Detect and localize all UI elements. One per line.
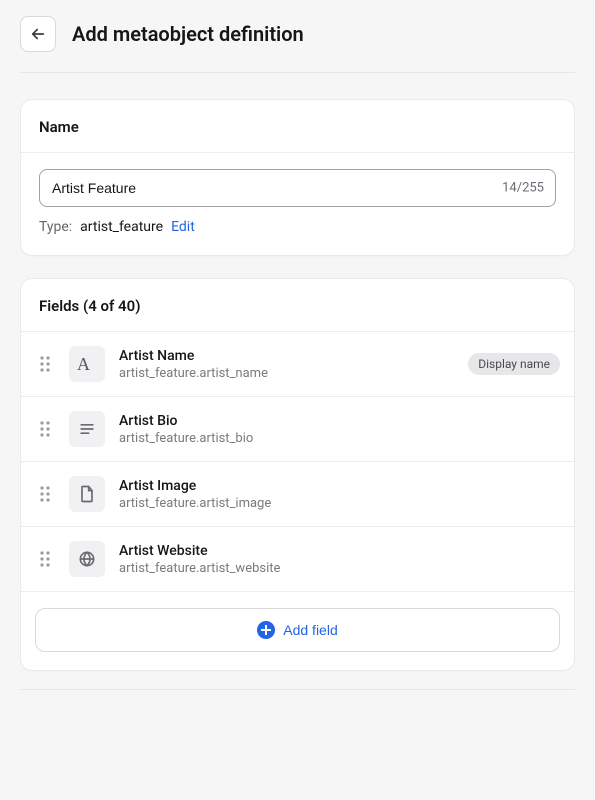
field-key-label: artist_feature.artist_website <box>119 561 560 576</box>
field-text: Artist Bio artist_feature.artist_bio <box>119 413 560 446</box>
file-icon <box>69 476 105 512</box>
field-row[interactable]: A Artist Name artist_feature.artist_name… <box>21 332 574 397</box>
field-key-label: artist_feature.artist_name <box>119 366 454 381</box>
field-row[interactable]: Artist Image artist_feature.artist_image <box>21 462 574 527</box>
add-field-label: Add field <box>283 622 337 638</box>
display-name-badge: Display name <box>468 353 560 375</box>
field-name-label: Artist Image <box>119 478 560 494</box>
type-edit-link[interactable]: Edit <box>171 219 195 235</box>
name-char-count: 14/255 <box>502 181 544 196</box>
fields-card: Fields (4 of 40) A Artist Name artist_fe… <box>20 278 575 671</box>
page-title: Add metaobject definition <box>72 22 304 46</box>
drag-handle-icon[interactable] <box>35 485 55 503</box>
type-row: Type: artist_feature Edit <box>39 219 556 235</box>
type-value: artist_feature <box>80 219 163 235</box>
back-button[interactable] <box>20 16 56 52</box>
field-name-label: Artist Website <box>119 543 560 559</box>
name-card: Name 14/255 Type: artist_feature Edit <box>20 99 575 256</box>
field-name-label: Artist Name <box>119 348 454 364</box>
field-text: Artist Website artist_feature.artist_web… <box>119 543 560 576</box>
drag-handle-icon[interactable] <box>35 420 55 438</box>
fields-section-label: Fields (4 of 40) <box>21 279 574 332</box>
field-row[interactable]: Artist Bio artist_feature.artist_bio <box>21 397 574 462</box>
field-row[interactable]: Artist Website artist_feature.artist_web… <box>21 527 574 592</box>
field-name-label: Artist Bio <box>119 413 560 429</box>
field-key-label: artist_feature.artist_bio <box>119 431 560 446</box>
page-header: Add metaobject definition <box>20 16 575 73</box>
name-input[interactable] <box>39 169 556 207</box>
arrow-left-icon <box>29 25 47 43</box>
field-text: Artist Image artist_feature.artist_image <box>119 478 560 511</box>
type-label: Type: <box>39 219 72 235</box>
field-text: Artist Name artist_feature.artist_name <box>119 348 454 381</box>
name-input-wrap: 14/255 <box>39 169 556 207</box>
page-bottom-divider <box>20 689 575 690</box>
text-a-icon: A <box>69 346 105 382</box>
add-field-button[interactable]: Add field <box>35 608 560 652</box>
plus-circle-icon <box>257 621 275 639</box>
name-section-label: Name <box>21 100 574 153</box>
drag-handle-icon[interactable] <box>35 355 55 373</box>
drag-handle-icon[interactable] <box>35 550 55 568</box>
field-key-label: artist_feature.artist_image <box>119 496 560 511</box>
paragraph-icon <box>69 411 105 447</box>
globe-icon <box>69 541 105 577</box>
